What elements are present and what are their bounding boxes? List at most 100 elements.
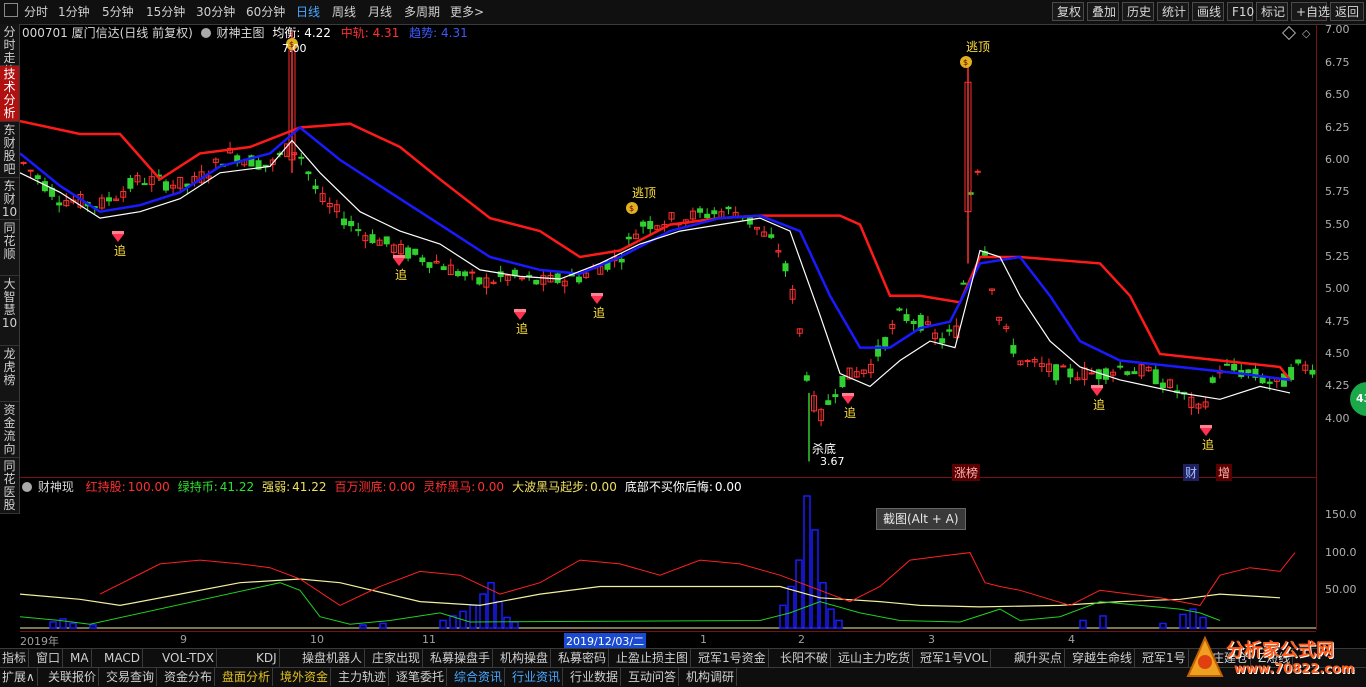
bot2-tab-5[interactable]: 境外资金	[278, 668, 332, 686]
date-label-7: 3	[928, 633, 935, 646]
indicator-tab-bar: 指标 窗口 MA MACD VOL-TDX KDJ 操盘机器人 庄家出现 私募操盘手 机构操盘 私募…	[0, 648, 1366, 667]
gem-icon	[112, 231, 124, 242]
toolbar-button-6[interactable]: 标记	[1256, 2, 1288, 21]
indicator-pane[interactable]: 财神现 红持股: 100.00 绿持币: 41.22 强弱: 41.22 百万测底: 0.00…	[20, 478, 1316, 630]
toolbar-button-0[interactable]: 复权	[1052, 2, 1084, 21]
bot2-tab-8[interactable]: 综合资讯	[452, 668, 506, 686]
price-tick: 6.25	[1325, 120, 1350, 134]
candle-body	[305, 171, 312, 175]
left-tab-0[interactable]: 分时走势	[0, 24, 19, 78]
bot2-tab-11[interactable]: 互动问答	[626, 668, 680, 686]
bot2-tab-12[interactable]: 机构调研	[684, 668, 738, 686]
date-axis: 2019年 9 10 11 2019/12/03/二 1 2 3 4	[20, 631, 1316, 649]
bot1-tab-2[interactable]: MA	[68, 649, 92, 667]
left-tab-6[interactable]: 龙虎榜	[0, 346, 19, 402]
toolbar-button-2[interactable]: 历史	[1122, 2, 1154, 21]
bot1-tab-3[interactable]: MACD	[102, 649, 143, 667]
candle-body	[803, 375, 810, 381]
candle-body	[412, 248, 419, 255]
toolbar-button-7[interactable]: +自选	[1291, 2, 1330, 21]
candle-body	[369, 234, 376, 244]
candle-body	[647, 220, 654, 230]
bot2-tab-2[interactable]: 交易查询	[104, 668, 158, 686]
bot2-tab-3[interactable]: 资金分布	[162, 668, 216, 686]
bot1-tab-7[interactable]: 庄家出现	[370, 649, 424, 667]
indicator-bar	[1079, 619, 1087, 629]
bot1-tab-8[interactable]: 私募操盘手	[428, 649, 494, 667]
indicator-bar	[1199, 616, 1207, 629]
price-tick: 4.25	[1325, 379, 1350, 393]
indicator-bar	[835, 619, 843, 629]
period-tab-3[interactable]: 15分钟	[146, 4, 185, 20]
cash-line	[20, 582, 1221, 625]
chase-label: 追	[593, 306, 606, 320]
bot1-tab-0[interactable]: 指标	[0, 649, 30, 667]
bot2-tab-6[interactable]: 主力轨迹	[336, 668, 390, 686]
period-tab-6[interactable]: 日线	[296, 4, 320, 20]
candle-body	[312, 185, 319, 190]
period-tab-10[interactable]: 更多>	[450, 4, 484, 20]
bot1-tab-11[interactable]: 止盈止损主图	[614, 649, 692, 667]
toolbar-button-4[interactable]: 画线	[1192, 2, 1224, 21]
bot2-tab-9[interactable]: 行业资讯	[510, 668, 564, 686]
toolbar-button-1[interactable]: 叠加	[1087, 2, 1119, 21]
left-tab-2[interactable]: 东财股吧	[0, 122, 19, 178]
candle-body	[697, 208, 704, 213]
price-chart-canvas[interactable]: $$$	[20, 24, 1316, 477]
watermark-title: 分析家公式网	[1226, 640, 1334, 661]
candle-body	[355, 229, 362, 232]
period-tab-0[interactable]: 分时	[24, 4, 48, 20]
left-tab-1[interactable]: 技术分析	[0, 66, 19, 122]
bot1-tab-4[interactable]: VOL-TDX	[160, 649, 217, 667]
left-tab-3[interactable]: 东财10	[0, 178, 19, 220]
candle-body	[1309, 369, 1316, 375]
candles	[20, 141, 1316, 427]
toolbar-button-8[interactable]: 返回	[1330, 2, 1364, 21]
bot1-tab-13[interactable]: 长阳不破	[778, 649, 832, 667]
period-tab-7[interactable]: 周线	[332, 4, 356, 20]
left-tab-5[interactable]: 大智慧10	[0, 276, 19, 346]
bot1-tab-1[interactable]: 窗口	[34, 649, 64, 667]
toolbar-button-3[interactable]: 统计	[1157, 2, 1189, 21]
candle-body	[768, 234, 775, 238]
price-chart-pane[interactable]: 000701 厦门信达(日线 前复权) 财神主图 均衡: 4.22 中轨: 4.…	[20, 24, 1316, 481]
candle-body	[1102, 368, 1109, 380]
bot1-tab-6[interactable]: 操盘机器人	[300, 649, 366, 667]
candle-body	[1245, 369, 1252, 374]
candle-body	[533, 279, 540, 285]
chase-label: 追	[114, 244, 127, 258]
period-tab-1[interactable]: 1分钟	[58, 4, 90, 20]
bot1-tab-14[interactable]: 远山主力吃货	[836, 649, 914, 667]
indicator-canvas[interactable]	[20, 478, 1316, 630]
chase-label: 追	[395, 268, 408, 282]
bot1-tab-12[interactable]: 冠军1号资金	[696, 649, 769, 667]
indicator-bar	[69, 622, 77, 629]
candle-body	[825, 400, 832, 405]
bot1-tab-9[interactable]: 机构操盘	[498, 649, 552, 667]
bot2-tab-4[interactable]: 盘面分析	[220, 668, 274, 686]
period-tab-2[interactable]: 5分钟	[102, 4, 134, 20]
bot2-tab-10[interactable]: 行业数据	[568, 668, 622, 686]
bot1-tab-16[interactable]: 飙升买点	[1012, 649, 1066, 667]
bot1-tab-5[interactable]: KDJ	[254, 649, 280, 667]
left-tab-4[interactable]: 同花顺	[0, 220, 19, 276]
period-tab-9[interactable]: 多周期	[404, 4, 440, 20]
period-tab-8[interactable]: 月线	[368, 4, 392, 20]
toolbar-button-5[interactable]: F10	[1227, 2, 1254, 21]
candle-body	[1095, 369, 1102, 380]
bot2-tab-1[interactable]: 关联报价	[46, 668, 100, 686]
period-tab-4[interactable]: 30分钟	[196, 4, 235, 20]
period-tab-5[interactable]: 60分钟	[246, 4, 285, 20]
bot2-tab-0[interactable]: 扩展∧	[0, 668, 38, 686]
left-tab-7[interactable]: 资金流向	[0, 402, 19, 458]
bot1-tab-10[interactable]: 私募密码	[556, 649, 610, 667]
bot1-tab-15[interactable]: 冠军1号VOL	[918, 649, 991, 667]
bot1-tab-17[interactable]: 穿越生命线	[1070, 649, 1136, 667]
candle-body	[1124, 371, 1131, 375]
candle-body	[704, 213, 711, 219]
bot2-tab-7[interactable]: 逐笔委托	[394, 668, 448, 686]
strength-line	[20, 578, 1281, 608]
left-tab-8[interactable]: 同花医股	[0, 458, 19, 514]
candle-body	[383, 236, 390, 245]
collapse-icon[interactable]	[4, 3, 18, 17]
